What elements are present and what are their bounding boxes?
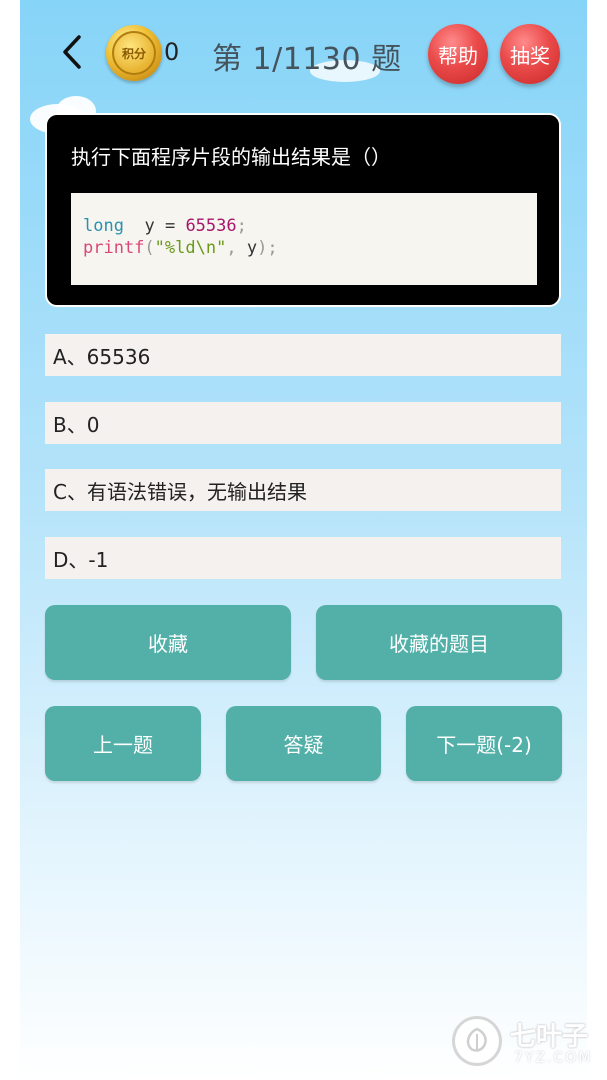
code-punctuation: ); (257, 238, 278, 258)
option-c[interactable]: C、有语法错误，无输出结果 (45, 469, 561, 511)
watermark-title: 七叶子 (510, 1022, 589, 1052)
lottery-button[interactable]: 抽奖 (500, 24, 560, 84)
watermark-subtitle: 7YZ.COM (514, 1050, 593, 1066)
option-b[interactable]: B、0 (45, 402, 561, 444)
coin-icon: 积分 (106, 25, 162, 81)
help-button[interactable]: 帮助 (428, 24, 488, 84)
code-argument: y (246, 238, 258, 258)
next-question-button[interactable]: 下一题(-2) (406, 706, 562, 781)
leaf-logo-icon (452, 1016, 502, 1066)
score-value: 0 (164, 38, 180, 66)
code-operator: = (164, 216, 176, 236)
watermark: 七叶子 7YZ.COM (452, 1012, 602, 1072)
answer-discussion-button[interactable]: 答疑 (226, 706, 381, 781)
code-variable: y (144, 216, 155, 236)
code-punctuation: , (226, 238, 237, 258)
code-number: 65536 (185, 216, 237, 236)
chevron-left-icon (63, 35, 81, 69)
code-function: printf (83, 238, 145, 258)
code-line-2: printf("%ld\n", y); (83, 237, 525, 259)
question-text: 执行下面程序片段的输出结果是（） (71, 145, 391, 169)
question-progress: 第 1/1130 题 (212, 42, 402, 77)
app-screen: 积分 0 第 1/1130 题 帮助 抽奖 执行下面程序片段的输出结果是（） l… (20, 0, 587, 1080)
question-card: 执行下面程序片段的输出结果是（） long y = 65536; printf(… (45, 113, 561, 307)
favorite-button[interactable]: 收藏 (45, 605, 291, 680)
coin-label: 积分 (112, 31, 156, 75)
option-d[interactable]: D、-1 (45, 537, 561, 579)
code-block: long y = 65536; printf("%ld\n", y); (71, 193, 537, 285)
back-button[interactable] (52, 32, 92, 72)
code-punctuation: ; (236, 216, 247, 236)
header-bar: 积分 0 第 1/1130 题 帮助 抽奖 (20, 0, 587, 110)
code-keyword: long (83, 216, 124, 236)
favorite-list-button[interactable]: 收藏的题目 (316, 605, 562, 680)
code-line-1: long y = 65536; (83, 215, 525, 237)
prev-question-button[interactable]: 上一题 (45, 706, 201, 781)
option-a[interactable]: A、65536 (45, 334, 561, 376)
code-punctuation: ( (144, 238, 155, 258)
code-string: "%ld\n" (154, 238, 227, 258)
